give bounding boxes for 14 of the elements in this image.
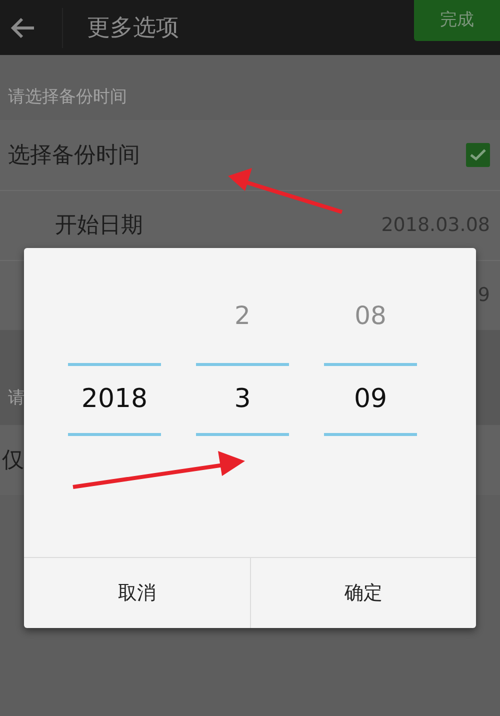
back-icon[interactable] (10, 16, 36, 38)
picker-selected-value[interactable]: 09 (324, 363, 417, 436)
row-label: 选择备份时间 (8, 142, 140, 170)
cancel-button[interactable]: 取消 (24, 558, 250, 628)
check-icon (470, 149, 486, 161)
page-title: 更多选项 (62, 8, 179, 48)
section-title: 请 (8, 386, 25, 410)
checkbox[interactable] (466, 143, 490, 167)
row-label: 开始日期 (54, 212, 143, 240)
picker-selected-value[interactable]: 2018 (68, 363, 161, 436)
section-title: 请选择备份时间 (8, 86, 127, 108)
confirm-button[interactable]: 确定 (250, 558, 476, 628)
row-label: 仅 (2, 446, 24, 474)
picker-selected-value[interactable]: 3 (196, 363, 289, 436)
